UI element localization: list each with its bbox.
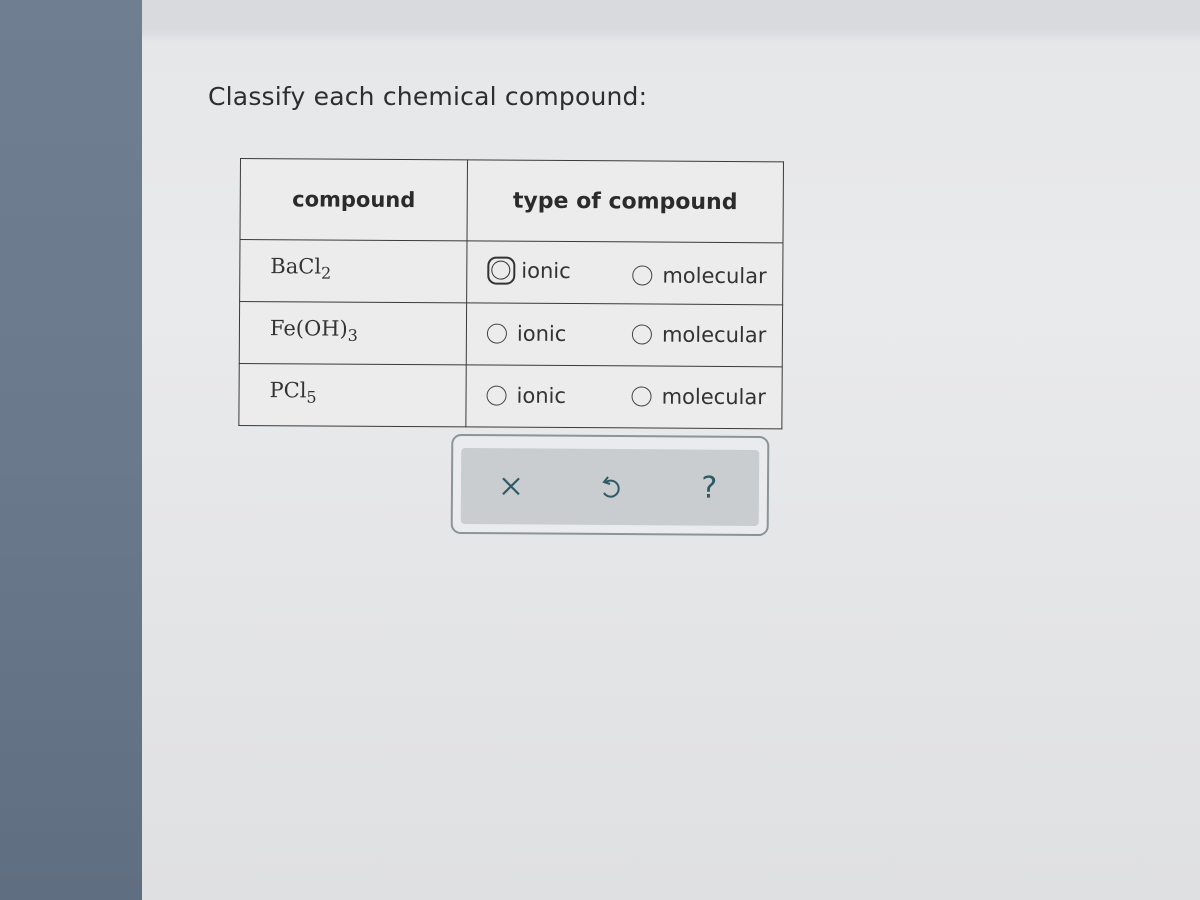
radio-button[interactable] — [631, 323, 653, 345]
option-label: molecular — [662, 263, 767, 288]
left-sidebar — [0, 0, 142, 900]
header-compound: compound — [240, 158, 468, 241]
radio-button[interactable] — [632, 264, 653, 286]
help-button[interactable]: ? — [689, 468, 729, 508]
compound-formula: Fe(OH)3 — [239, 301, 467, 365]
table-row: PCl5 ionic molecular — [238, 363, 783, 429]
radio-button[interactable] — [631, 385, 652, 407]
table-row: BaCl2 ionic molecular — [239, 239, 783, 305]
radio-ionic[interactable]: ionic — [486, 383, 626, 408]
question-icon: ? — [701, 470, 718, 506]
radio-molecular[interactable]: molecular — [631, 322, 767, 347]
undo-icon — [602, 476, 620, 498]
option-label: ionic — [516, 321, 567, 346]
radio-ionic[interactable]: ionic — [487, 256, 627, 285]
x-icon — [501, 477, 520, 496]
radio-molecular[interactable]: molecular — [632, 263, 767, 288]
type-choices: ionic molecular — [465, 364, 783, 429]
radio-button-focused[interactable] — [487, 256, 516, 285]
radio-molecular[interactable]: molecular — [631, 384, 766, 409]
option-label: ionic — [521, 258, 571, 283]
classification-table: compound type of compound BaCl2 ionic mo… — [238, 158, 784, 429]
type-choices: ionic molecular — [466, 302, 783, 367]
option-label: molecular — [661, 322, 767, 347]
radio-ionic[interactable]: ionic — [486, 321, 627, 346]
compound-formula: BaCl2 — [239, 239, 467, 303]
undo-button[interactable] — [590, 467, 630, 507]
option-label: ionic — [516, 383, 567, 408]
toolbar-panel: ? — [460, 447, 760, 527]
radio-button[interactable] — [486, 385, 507, 406]
radio-button[interactable] — [486, 323, 507, 344]
header-type-of-compound: type of compound — [466, 159, 784, 243]
option-label: molecular — [661, 384, 766, 409]
question-prompt: Classify each chemical compound: — [208, 82, 648, 111]
clear-button[interactable] — [491, 466, 531, 506]
answer-toolbar: ? — [450, 433, 770, 537]
table-header-row: compound type of compound — [240, 158, 784, 243]
table-row: Fe(OH)3 ionic molecular — [239, 301, 783, 367]
compound-formula: PCl5 — [238, 363, 467, 427]
type-choices: ionic molecular — [466, 240, 783, 305]
